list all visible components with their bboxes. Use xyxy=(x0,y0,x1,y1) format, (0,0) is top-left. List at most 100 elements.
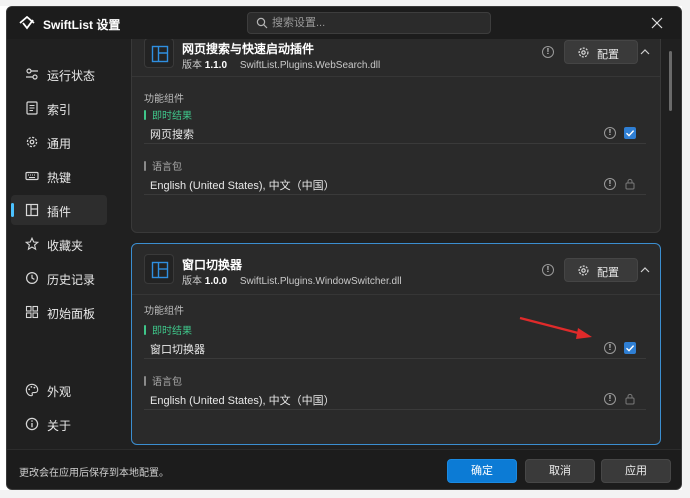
footer-note: 更改会在应用后保存到本地配置。 xyxy=(19,468,169,479)
config-button[interactable]: 配置 xyxy=(564,258,638,282)
group-instant-title: 即时结果 xyxy=(152,326,192,337)
group-bar xyxy=(144,324,146,335)
plugin-logo-icon xyxy=(151,261,169,279)
group-lang-title: 语言包 xyxy=(152,377,182,388)
gear-icon xyxy=(26,136,38,148)
lock-icon xyxy=(625,393,635,405)
group-lang-title: 语言包 xyxy=(152,162,182,173)
check-icon xyxy=(626,130,635,137)
sidebar-item-general[interactable]: 通用 xyxy=(11,127,107,157)
footer-bar: 更改会在应用后保存到本地配置。 确定 取消 应用 xyxy=(7,449,681,489)
warning-icon[interactable]: ! xyxy=(604,393,616,405)
sidebar-item-label: 插件 xyxy=(47,205,72,219)
warning-icon[interactable]: ! xyxy=(542,264,554,276)
sidebar-item-history[interactable]: 历史记录 xyxy=(11,263,107,293)
sidebar-item-plugins[interactable]: 插件 xyxy=(11,195,107,225)
plugin-icon xyxy=(144,39,174,68)
lock-icon xyxy=(625,178,635,190)
component-row: 窗口切换器 ! xyxy=(144,337,646,359)
plugin-card-header[interactable]: 网页搜索与快速启动插件 版本 1.1.0 SwiftList.Plugins.W… xyxy=(132,39,660,76)
search-icon xyxy=(256,17,268,29)
sidebar-item-label: 热键 xyxy=(47,171,72,185)
version-number: 1.1.0 xyxy=(204,60,228,71)
warning-icon[interactable]: ! xyxy=(604,178,616,190)
sidebar-item-index[interactable]: 索引 xyxy=(11,93,107,123)
plugin-meta: 版本 1.0.0 SwiftList.Plugins.WindowSwitche… xyxy=(182,272,402,287)
component-checkbox[interactable] xyxy=(624,127,636,139)
sidebar-item-label: 通用 xyxy=(47,137,72,151)
components-label: 功能组件 xyxy=(144,306,184,317)
plugin-name: 窗口切换器 xyxy=(182,258,243,272)
gear-icon xyxy=(578,47,589,58)
group-instant-title: 即时结果 xyxy=(152,111,192,122)
components-label: 功能组件 xyxy=(144,94,184,105)
close-icon xyxy=(651,17,663,29)
language-label: English (United States), 中文（中国） xyxy=(150,180,335,192)
sidebar-item-status[interactable]: 运行状态 xyxy=(11,59,107,89)
version-label: 版本 xyxy=(182,60,202,71)
window-title: SwiftList 设置 xyxy=(43,18,121,32)
group-bar xyxy=(144,109,146,120)
group-language-packs: 语言包 xyxy=(144,158,182,173)
title-bar: SwiftList 设置 xyxy=(7,7,681,39)
gear-icon xyxy=(578,265,589,276)
settings-window: SwiftList 设置 运行状态 xyxy=(6,6,682,490)
plugin-icon xyxy=(25,203,39,217)
card-divider xyxy=(132,294,660,295)
desktop-background-right xyxy=(682,0,690,498)
plugins-content: 网页搜索与快速启动插件 版本 1.1.0 SwiftList.Plugins.W… xyxy=(115,39,681,449)
component-row: 网页搜索 ! xyxy=(144,122,646,144)
star-icon xyxy=(25,237,39,251)
chevron-up-icon[interactable] xyxy=(638,263,652,277)
plugin-card-websearch: 网页搜索与快速启动插件 版本 1.1.0 SwiftList.Plugins.W… xyxy=(131,39,661,233)
history-icon xyxy=(25,271,39,285)
group-bar xyxy=(144,375,146,386)
plugin-meta: 版本 1.1.0 SwiftList.Plugins.WebSearch.dll xyxy=(182,56,380,71)
sidebar-item-label: 历史记录 xyxy=(47,273,96,287)
index-icon xyxy=(26,101,38,115)
desktop-background-bottom xyxy=(0,490,690,498)
version-number: 1.0.0 xyxy=(204,276,228,287)
search-box[interactable] xyxy=(247,12,491,34)
swiftlist-logo-icon xyxy=(19,16,35,30)
warning-icon[interactable]: ! xyxy=(604,342,616,354)
close-button[interactable] xyxy=(639,11,675,35)
status-icon xyxy=(26,68,38,80)
sidebar-item-label: 索引 xyxy=(47,103,72,117)
apply-button[interactable]: 应用 xyxy=(601,459,671,483)
search-input[interactable] xyxy=(272,15,482,31)
language-row: English (United States), 中文（中国） ! xyxy=(144,388,646,410)
active-indicator xyxy=(11,203,14,217)
warning-icon[interactable]: ! xyxy=(604,127,616,139)
config-label: 配置 xyxy=(597,49,619,61)
panel-icon xyxy=(25,305,39,319)
group-bar xyxy=(144,160,146,171)
plugin-name: 网页搜索与快速启动插件 xyxy=(182,42,315,56)
plugin-dll: SwiftList.Plugins.WindowSwitcher.dll xyxy=(239,276,402,287)
scrollbar[interactable] xyxy=(669,51,672,431)
sidebar-item-about[interactable]: 关于 xyxy=(11,409,107,439)
sidebar-nav: 运行状态 索引 通用 热键 插件 收藏夹 历史记录 初始面板 外观 关于 xyxy=(7,51,111,489)
sidebar-item-hotkeys[interactable]: 热键 xyxy=(11,161,107,191)
version-label: 版本 xyxy=(182,276,202,287)
card-divider xyxy=(132,76,660,77)
sidebar-item-favorites[interactable]: 收藏夹 xyxy=(11,229,107,259)
sidebar-item-label: 收藏夹 xyxy=(47,239,84,253)
plugin-card-header[interactable]: 窗口切换器 版本 1.0.0 SwiftList.Plugins.WindowS… xyxy=(132,244,660,292)
warning-icon[interactable]: ! xyxy=(542,46,554,58)
component-label: 窗口切换器 xyxy=(150,344,205,356)
sidebar-item-start-panel[interactable]: 初始面板 xyxy=(11,297,107,327)
cancel-button[interactable]: 取消 xyxy=(525,459,595,483)
sidebar-item-label: 初始面板 xyxy=(47,307,96,321)
sidebar-item-appearance[interactable]: 外观 xyxy=(11,375,107,405)
info-icon xyxy=(25,417,39,431)
config-label: 配置 xyxy=(597,267,619,279)
ok-button[interactable]: 确定 xyxy=(447,459,517,483)
plugin-dll: SwiftList.Plugins.WebSearch.dll xyxy=(239,60,381,71)
sidebar-item-label: 运行状态 xyxy=(47,69,96,83)
chevron-up-icon[interactable] xyxy=(638,45,652,59)
component-checkbox[interactable] xyxy=(624,342,636,354)
group-instant-results: 即时结果 xyxy=(144,107,192,122)
config-button[interactable]: 配置 xyxy=(564,40,638,64)
scrollbar-thumb[interactable] xyxy=(669,51,672,111)
